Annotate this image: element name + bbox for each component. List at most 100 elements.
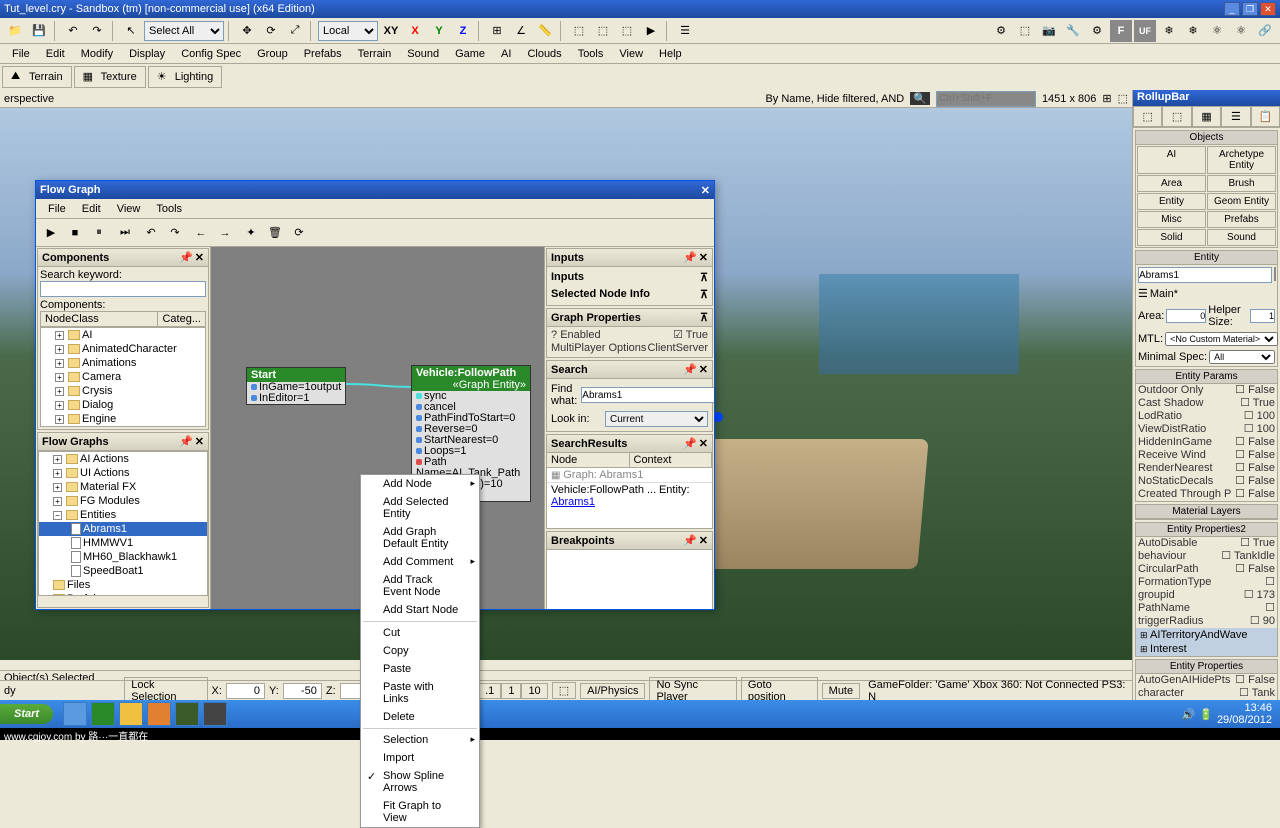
col-categ[interactable]: Categ...	[158, 312, 205, 326]
flowgraphs-tree[interactable]: + AI Actions+ UI Actions+ Material FX+ F…	[38, 451, 208, 596]
menu-item[interactable]: Add Comment	[361, 553, 479, 571]
tree-item[interactable]: + UI Actions	[39, 466, 207, 480]
tool-icon[interactable]: ⬚	[568, 20, 590, 42]
tool-icon[interactable]: ⬚	[1014, 20, 1036, 42]
save-icon[interactable]: 💾	[28, 20, 50, 42]
minspec-select[interactable]: All	[1209, 350, 1275, 364]
unfreeze-icon[interactable]: ❄	[1182, 20, 1204, 42]
snap-grid-icon[interactable]: ⊞	[486, 20, 508, 42]
node-start[interactable]: Start InGame=1output InEditor=1	[246, 367, 346, 405]
col-nodeclass[interactable]: NodeClass	[41, 312, 158, 326]
menu-item[interactable]: Show Spline Arrows	[361, 767, 479, 797]
components-tree[interactable]: + AI+ AnimatedCharacter+ Animations+ Cam…	[40, 327, 206, 427]
property-row[interactable]: HiddenInGame☐ False	[1136, 436, 1277, 449]
play-icon[interactable]: ▶	[40, 222, 62, 244]
object-type-button[interactable]: Brush	[1207, 175, 1276, 192]
entity-color-swatch[interactable]	[1274, 267, 1276, 281]
rotate-icon[interactable]: ⟳	[260, 20, 282, 42]
axis-x-icon[interactable]: X	[404, 20, 426, 42]
object-type-button[interactable]: Area	[1137, 175, 1206, 192]
undo-icon[interactable]: ↶	[62, 20, 84, 42]
tree-item[interactable]: + Animations	[41, 356, 205, 370]
property-row[interactable]: behaviour☐ TankIdle	[1136, 550, 1277, 563]
menu-item[interactable]: Copy	[361, 642, 479, 660]
menu-edit[interactable]: Edit	[38, 46, 73, 61]
rollup-tab-2[interactable]: ⬚	[1162, 106, 1191, 127]
flowgraph-title-bar[interactable]: Flow Graph ✕	[36, 181, 714, 199]
tree-item[interactable]: + AI Actions	[39, 452, 207, 466]
tree-item[interactable]: + Camera	[41, 370, 205, 384]
props-section[interactable]: Entity Properties	[1136, 660, 1277, 674]
menu-item[interactable]: Import	[361, 749, 479, 767]
col-context[interactable]: Context	[630, 453, 713, 467]
menu-item[interactable]: Paste with Links	[361, 678, 479, 708]
start-button[interactable]: Start	[0, 704, 53, 724]
close-icon[interactable]: ✕	[699, 534, 708, 547]
object-type-button[interactable]: Prefabs	[1207, 211, 1276, 228]
menu-file[interactable]: File	[4, 46, 38, 61]
object-type-button[interactable]: Geom Entity	[1207, 193, 1276, 210]
property-row[interactable]: Receive Wind☐ False	[1136, 449, 1277, 462]
menu-item[interactable]: Cut	[361, 624, 479, 642]
layer-icon[interactable]: ☰	[674, 20, 696, 42]
menu-config-spec[interactable]: Config Spec	[173, 46, 249, 61]
property-row[interactable]: AutoDisable☐ True	[1136, 537, 1277, 550]
find-what-input[interactable]	[581, 387, 714, 403]
object-type-button[interactable]: Misc	[1137, 211, 1206, 228]
menu-view[interactable]: View	[611, 46, 651, 61]
tool-icon[interactable]: 🔧	[1062, 20, 1084, 42]
tree-item[interactable]: Files	[39, 578, 207, 592]
atom-icon[interactable]: ⚛	[1206, 20, 1228, 42]
objects-section[interactable]: Objects	[1136, 131, 1277, 145]
fg-menu-view[interactable]: View	[109, 201, 149, 216]
axis-y-icon[interactable]: Y	[428, 20, 450, 42]
viewport-search[interactable]	[936, 91, 1036, 107]
debug-icon[interactable]: ✦	[240, 222, 262, 244]
property-row[interactable]: AutoGenAIHidePts☐ False	[1136, 674, 1277, 687]
menu-item[interactable]: Delete	[361, 708, 479, 726]
viewport-fullscreen-icon[interactable]: ⬚	[1118, 92, 1128, 105]
property-row[interactable]: Cast Shadow☐ True	[1136, 397, 1277, 410]
cursor-icon[interactable]: ↖	[120, 20, 142, 42]
delete-icon[interactable]: 🗑	[264, 222, 286, 244]
close-icon[interactable]: ✕	[699, 363, 708, 376]
tab-terrain[interactable]: ⛰Terrain	[2, 66, 72, 88]
tree-item[interactable]: + Engine	[41, 412, 205, 426]
menu-terrain[interactable]: Terrain	[350, 46, 400, 61]
tree-item[interactable]: + Material FX	[39, 480, 207, 494]
tree-item[interactable]: + Entity	[41, 426, 205, 427]
tree-item[interactable]: + FG Modules	[39, 494, 207, 508]
freeze-icon[interactable]: ❄	[1158, 20, 1180, 42]
object-type-button[interactable]: Entity	[1137, 193, 1206, 210]
menu-item[interactable]: Selection	[361, 731, 479, 749]
menu-sound[interactable]: Sound	[399, 46, 447, 61]
goto-icon[interactable]: ▶	[640, 20, 662, 42]
tray-icon[interactable]: 🔋	[1199, 708, 1213, 721]
property-row[interactable]: Created Through P☐ False	[1136, 488, 1277, 501]
atom2-icon[interactable]: ⚛	[1230, 20, 1252, 42]
look-in-select[interactable]: Current	[605, 411, 708, 427]
coord-space[interactable]: Local	[318, 21, 378, 41]
menu-group[interactable]: Group	[249, 46, 296, 61]
tray-icon[interactable]: 🔊	[1182, 708, 1196, 721]
menu-item[interactable]: Fit Graph to View	[361, 797, 479, 827]
tool-icon[interactable]: ⬚	[592, 20, 614, 42]
params-section[interactable]: Entity Params	[1136, 370, 1277, 384]
move-icon[interactable]: ✥	[236, 20, 258, 42]
config-icon[interactable]: ⚙	[990, 20, 1012, 42]
property-row[interactable]: RenderNearest☐ False	[1136, 462, 1277, 475]
fg-menu-edit[interactable]: Edit	[74, 201, 109, 216]
tab-lighting[interactable]: ☀Lighting	[148, 66, 223, 88]
taskbar-app-icon[interactable]	[175, 702, 199, 726]
property-row[interactable]: ViewDistRatio☐ 100	[1136, 423, 1277, 436]
close-icon[interactable]: ✕	[699, 251, 708, 264]
layer-icon[interactable]: ☰	[1138, 287, 1148, 300]
tree-item-entities[interactable]: − Entities	[39, 508, 207, 522]
property-row[interactable]: groupid☐ 173	[1136, 589, 1277, 602]
tool-icon[interactable]: ⬚	[616, 20, 638, 42]
tree-item[interactable]: + Dialog	[41, 398, 205, 412]
object-type-button[interactable]: Sound	[1207, 229, 1276, 246]
tree-item[interactable]: + AI	[41, 328, 205, 342]
tree-item[interactable]: + AnimatedCharacter	[41, 342, 205, 356]
snap-angle-icon[interactable]: ∠	[510, 20, 532, 42]
